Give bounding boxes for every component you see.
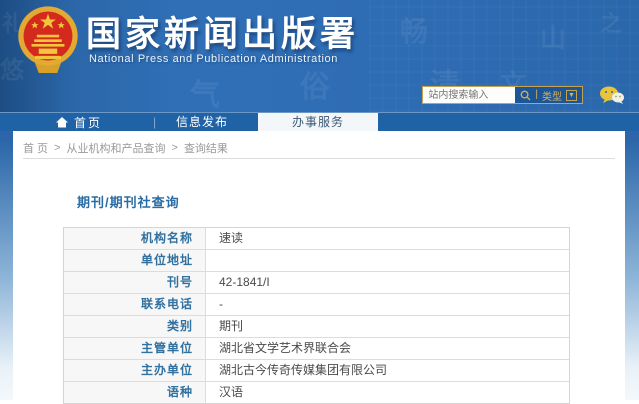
table-row: 类别 期刊 [64, 316, 569, 338]
journal-info-table: 机构名称 速读 单位地址 刊号 42-1841/I 联系电话 - 类别 期刊 主… [63, 227, 570, 404]
row-label: 刊号 [64, 272, 206, 293]
national-emblem-logo [18, 6, 78, 73]
wechat-icon[interactable] [599, 86, 625, 104]
breadcrumb-separator: > [171, 142, 178, 154]
row-label: 主办单位 [64, 360, 206, 381]
site-subtitle: National Press and Publication Administr… [89, 53, 338, 65]
breadcrumb-divider [23, 158, 615, 159]
content-panel: 首 页 > 从业机构和产品查询 > 查询结果 期刊/期刊社查询 机构名称 速读 … [13, 131, 625, 404]
row-label: 类别 [64, 316, 206, 337]
search-input[interactable] [423, 87, 516, 103]
table-row: 主办单位 湖北古今传奇传媒集团有限公司 [64, 360, 569, 382]
row-value: 速读 [206, 228, 569, 249]
main-nav: 首页 | 信息发布 办事服务 [0, 112, 639, 132]
row-value: 湖北古今传奇传媒集团有限公司 [206, 360, 569, 381]
site-header: 礼 悠 气 俗 畅 清 山 之 文 国家新闻出版署 National [0, 0, 639, 113]
row-value: 42-1841/I [206, 272, 569, 293]
row-label: 联系电话 [64, 294, 206, 315]
caret-down-icon[interactable]: ▼ [566, 89, 577, 101]
breadcrumb-current: 查询结果 [183, 143, 228, 155]
home-icon [56, 117, 68, 128]
nav-separator: | [153, 115, 157, 129]
table-row: 单位地址 [64, 250, 569, 272]
nav-home-label: 首页 [74, 116, 103, 130]
site-search: | 类型 ▼ [422, 86, 583, 104]
search-type-label[interactable]: 类型 [542, 88, 562, 103]
row-value: - [206, 294, 569, 315]
page-title: 期刊/期刊社查询 [77, 195, 180, 210]
search-icon[interactable] [520, 90, 531, 101]
search-separator: | [535, 89, 538, 100]
table-row: 主管单位 湖北省文学艺术界联合会 [64, 338, 569, 360]
nav-item-services[interactable]: 办事服务 [258, 113, 378, 132]
nav-item-info-release[interactable]: 信息发布 [162, 113, 242, 132]
row-label: 单位地址 [64, 250, 206, 271]
page: 礼 悠 气 俗 畅 清 山 之 文 国家新闻出版署 National [0, 0, 639, 404]
breadcrumb: 首 页 > 从业机构和产品查询 > 查询结果 [23, 140, 228, 156]
row-value [206, 250, 569, 271]
table-row: 机构名称 速读 [64, 228, 569, 250]
breadcrumb-query[interactable]: 从业机构和产品查询 [67, 140, 166, 156]
breadcrumb-separator: > [54, 142, 61, 154]
site-title: 国家新闻出版署 [86, 15, 360, 54]
row-value: 湖北省文学艺术界联合会 [206, 338, 569, 359]
row-value: 期刊 [206, 316, 569, 337]
search-controls: | 类型 ▼ [515, 87, 582, 103]
table-row: 联系电话 - [64, 294, 569, 316]
row-label: 主管单位 [64, 338, 206, 359]
breadcrumb-home[interactable]: 首 页 [23, 140, 48, 156]
row-label: 机构名称 [64, 228, 206, 249]
nav-item-home[interactable]: 首页 [56, 113, 102, 132]
table-row: 刊号 42-1841/I [64, 272, 569, 294]
